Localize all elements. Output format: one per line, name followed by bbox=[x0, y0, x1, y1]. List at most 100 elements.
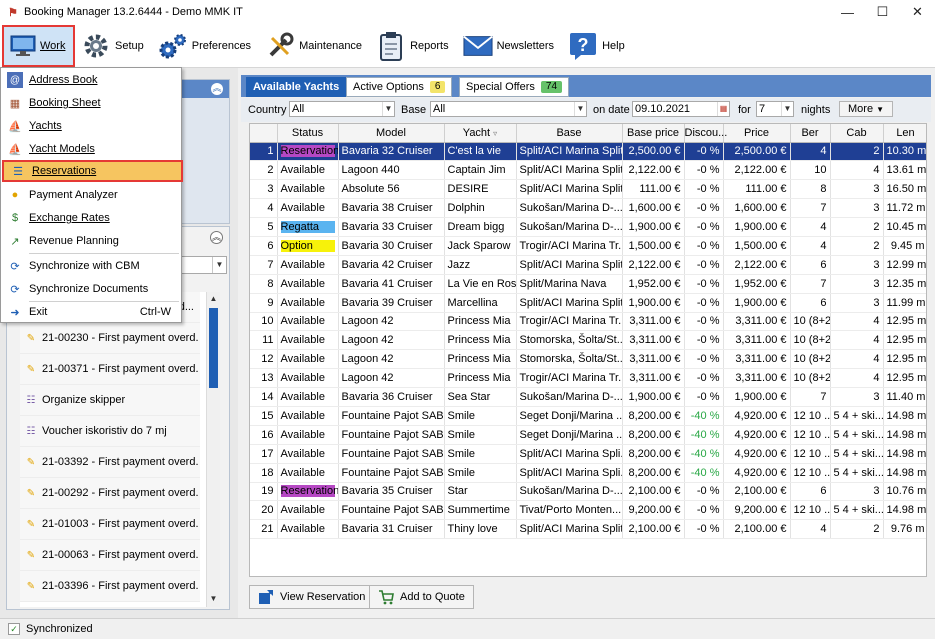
table-row[interactable]: 19 Reservation Bavaria 35 Cruiser Star Sukoš… bbox=[250, 482, 926, 502]
table-cell: 12 bbox=[250, 349, 278, 370]
column-header[interactable]: Model bbox=[338, 124, 445, 143]
table-cell: 10.45 m bbox=[883, 217, 926, 237]
nights-select[interactable]: 7 ▼ bbox=[756, 101, 794, 117]
close-icon[interactable]: ✕ bbox=[900, 0, 935, 24]
table-cell: Bavaria 33 Cruiser bbox=[338, 217, 445, 237]
column-header[interactable]: Status bbox=[277, 124, 339, 143]
menu-item-payment-analyzer[interactable]: ● Payment Analyzer bbox=[1, 184, 181, 206]
table-row[interactable]: 12 Available Lagoon 42 Princess Mia Stomorsk… bbox=[250, 349, 926, 370]
table-row[interactable]: 11 Available Lagoon 42 Princess Mia Stomorsk… bbox=[250, 330, 926, 351]
column-header[interactable]: Discou... bbox=[684, 124, 727, 143]
column-header[interactable]: Len bbox=[883, 124, 926, 143]
table-row[interactable]: 1 Reservation Bavaria 32 Cruiser C'est la v… bbox=[250, 142, 926, 162]
table-row[interactable]: 13 Available Lagoon 42 Princess Mia Trogir/A… bbox=[250, 368, 926, 389]
table-row[interactable]: 2 Available Lagoon 440 Captain Jim Split/ACI… bbox=[250, 160, 926, 181]
table-row[interactable]: 7 Available Bavaria 42 Cruiser Jazz Split/AC… bbox=[250, 255, 926, 275]
menu-item-sync-cbm[interactable]: ⟳ Synchronize with CBM bbox=[1, 255, 181, 277]
scroll-up-icon[interactable]: ▲ bbox=[207, 292, 220, 305]
task-text: Voucher iskoristiv do 7 mj bbox=[42, 425, 167, 437]
tab-active-options[interactable]: Active Options 6 bbox=[346, 77, 453, 97]
column-header[interactable] bbox=[250, 124, 278, 143]
collapse-icon[interactable]: ︽ bbox=[210, 231, 223, 244]
menu-item-exchange-rates[interactable]: $ Exchange Rates bbox=[1, 207, 181, 229]
country-select[interactable]: All ▼ bbox=[289, 101, 395, 117]
tab-available-yachts[interactable]: Available Yachts bbox=[246, 77, 347, 97]
view-reservation-button[interactable]: View Reservation bbox=[249, 585, 375, 609]
list-item[interactable]: ✎ 21-00063 - First payment overd... bbox=[20, 540, 200, 571]
table-cell: -0 % bbox=[684, 349, 724, 370]
menu-item-booking-sheet[interactable]: ▦ Booking Sheet bbox=[1, 92, 181, 114]
menu-item-sync-documents[interactable]: ⟳ Synchronize Documents bbox=[1, 278, 181, 300]
toolbar-maintenance-button[interactable]: Maintenance bbox=[259, 26, 370, 66]
table-cell: 4 bbox=[830, 330, 884, 351]
table-cell: 11.72 m bbox=[883, 198, 926, 219]
table-row[interactable]: 15 Available Fountaine Pajot SAB... Smile Se… bbox=[250, 406, 926, 426]
table-row[interactable]: 21 Available Bavaria 31 Cruiser Thiny love S… bbox=[250, 519, 926, 540]
list-item[interactable]: ✎ 21-00371 - First payment overd... bbox=[20, 354, 200, 385]
list-item[interactable]: ☷ Organize skipper bbox=[20, 385, 200, 416]
menu-item-yacht-models[interactable]: ⛵ Yacht Models bbox=[1, 138, 181, 160]
table-row[interactable]: 8 Available Bavaria 41 Cruiser La Vie en Ro… bbox=[250, 274, 926, 294]
base-select[interactable]: All ▼ bbox=[430, 101, 587, 117]
toolbar-setup-button[interactable]: Setup bbox=[75, 26, 152, 66]
table-cell: -0 % bbox=[684, 482, 724, 502]
more-button[interactable]: More ▼ bbox=[839, 101, 894, 117]
toolbar-help-button[interactable]: ? Help bbox=[562, 26, 633, 66]
minimize-icon[interactable]: — bbox=[830, 0, 865, 24]
tab-special-offers[interactable]: Special Offers 74 bbox=[459, 77, 570, 97]
sync-icon: ⟳ bbox=[10, 283, 20, 296]
scroll-down-icon[interactable]: ▼ bbox=[207, 592, 220, 605]
menu-item-address-book[interactable]: @ Address Book bbox=[1, 69, 181, 91]
column-header[interactable]: Cab bbox=[830, 124, 884, 143]
table-row[interactable]: 3 Available Absolute 56 DESIRE Split/ACI Mar… bbox=[250, 179, 926, 200]
toolbar-newsletters-button[interactable]: Newsletters bbox=[457, 26, 562, 66]
toolbar-preferences-label: Preferences bbox=[191, 39, 252, 52]
title-bar: ⚑ Booking Manager 13.2.6444 - Demo MMK I… bbox=[0, 0, 935, 24]
list-item[interactable]: ✎ 21-00230 - First payment overd... bbox=[20, 323, 200, 354]
menu-item-exit[interactable]: ➜ Exit Ctrl-W bbox=[1, 301, 181, 323]
task-list-scrollbar[interactable]: ▲ ▼ bbox=[206, 292, 220, 607]
add-to-quote-button[interactable]: Add to Quote bbox=[369, 585, 474, 609]
table-row[interactable]: 5 Regatta Bavaria 33 Cruiser Dream bigg Suko… bbox=[250, 217, 926, 237]
table-row[interactable]: 6 Option Bavaria 30 Cruiser Jack Sparow Trog… bbox=[250, 236, 926, 256]
toolbar-preferences-button[interactable]: Preferences bbox=[152, 26, 259, 66]
organize-icon: ☷ bbox=[26, 425, 36, 437]
table-cell: 12.35 m bbox=[883, 274, 926, 294]
toolbar-reports-button[interactable]: Reports bbox=[370, 26, 457, 66]
cart-icon bbox=[378, 589, 394, 605]
table-row[interactable]: 9 Available Bavaria 39 Cruiser Marcellina Sp… bbox=[250, 293, 926, 313]
table-row[interactable]: 16 Available Fountaine Pajot SAB... Smile Se… bbox=[250, 425, 926, 445]
list-item[interactable]: ✎ 21-01003 - First payment overd... bbox=[20, 509, 200, 540]
menu-item-yachts[interactable]: ⛵ Yachts bbox=[1, 115, 181, 137]
list-item[interactable]: ☷ Voucher iskoristiv do 7 mj bbox=[20, 416, 200, 447]
maximize-icon[interactable]: ☐ bbox=[865, 0, 900, 24]
toolbar-work-button[interactable]: Work bbox=[2, 24, 75, 67]
column-header[interactable]: Yacht ▿ bbox=[444, 124, 517, 143]
table-row[interactable]: 10 Available Lagoon 42 Princess Mia Trogir/A… bbox=[250, 312, 926, 332]
table-row[interactable]: 4 Available Bavaria 38 Cruiser Dolphin Sukoš… bbox=[250, 198, 926, 219]
table-cell: Bavaria 35 Cruiser bbox=[338, 482, 445, 502]
column-header[interactable]: Base bbox=[516, 124, 623, 143]
menu-item-revenue-planning[interactable]: ↗ Revenue Planning bbox=[1, 230, 181, 252]
table-row[interactable]: 18 Available Fountaine Pajot SAB... Smile Sp… bbox=[250, 463, 926, 483]
list-item[interactable]: ✎ 21-03392 - First payment overd... bbox=[20, 447, 200, 478]
date-input[interactable]: 09.10.2021 ▦ bbox=[632, 101, 730, 117]
table-row[interactable]: 14 Available Bavaria 36 Cruiser Sea Star Suk… bbox=[250, 387, 926, 407]
status-badge: Available bbox=[280, 334, 325, 347]
calendar-icon[interactable]: ▦ bbox=[717, 102, 729, 116]
collapse-up-icon[interactable]: ︽ bbox=[211, 83, 223, 95]
task-text: 21-03392 - First payment overd... bbox=[42, 456, 198, 468]
column-header[interactable]: Base price bbox=[622, 124, 685, 143]
scrollbar-thumb[interactable] bbox=[209, 308, 218, 388]
table-row[interactable]: 20 Available Fountaine Pajot SAB... Summert… bbox=[250, 500, 926, 521]
sync-icon: ⟳ bbox=[10, 260, 20, 273]
table-row[interactable]: 17 Available Fountaine Pajot SAB... Smile Sp… bbox=[250, 444, 926, 464]
list-item[interactable]: ✎ 21-00292 - First payment overd... bbox=[20, 478, 200, 509]
table-cell: Bavaria 36 Cruiser bbox=[338, 387, 445, 407]
column-header[interactable]: Ber bbox=[790, 124, 831, 143]
list-item[interactable]: ✎ 21-03396 - First payment overd... bbox=[20, 571, 200, 602]
gears-icon bbox=[158, 31, 188, 61]
menu-item-reservations[interactable]: ☰ Reservations bbox=[2, 160, 183, 182]
status-badge: Available bbox=[280, 277, 325, 290]
column-header[interactable]: Price bbox=[723, 124, 791, 143]
